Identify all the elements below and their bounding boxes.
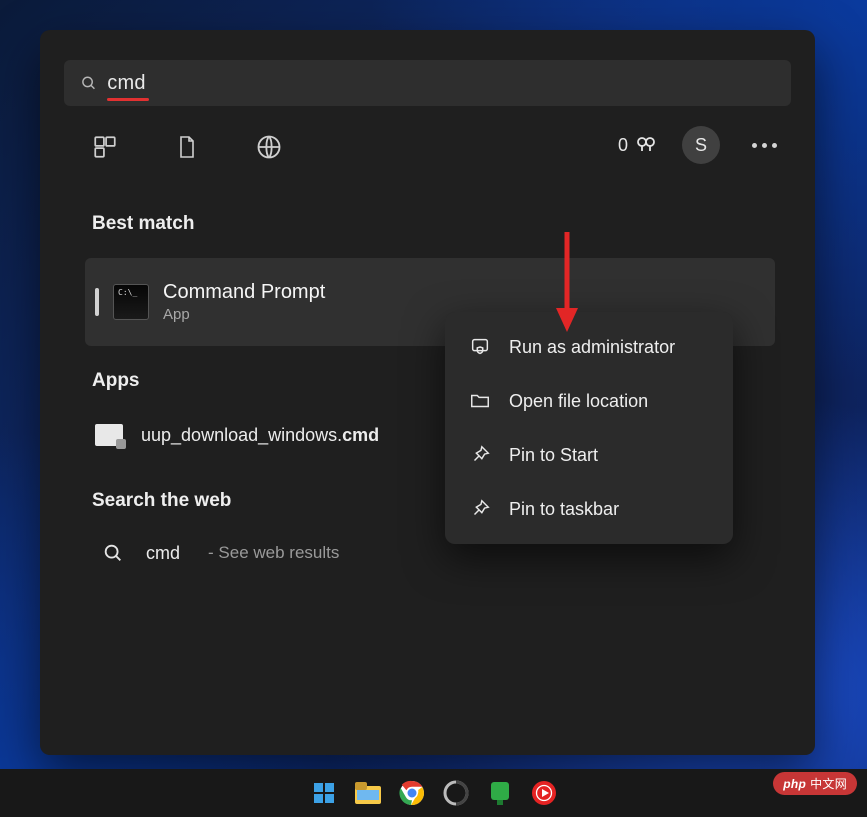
start-button[interactable] bbox=[309, 778, 339, 808]
admin-shield-icon bbox=[469, 336, 491, 358]
app-icon-green[interactable] bbox=[485, 778, 515, 808]
rewards-icon bbox=[634, 133, 658, 157]
search-icon bbox=[80, 74, 97, 92]
avatar-letter: S bbox=[695, 135, 707, 156]
apps-result-row[interactable]: uup_download_windows.cmd bbox=[95, 424, 379, 446]
app-icon-circle[interactable] bbox=[441, 778, 471, 808]
menu-item-label: Pin to Start bbox=[509, 445, 598, 466]
web-hint: - See web results bbox=[208, 543, 339, 563]
avatar[interactable]: S bbox=[682, 126, 720, 164]
menu-pin-to-taskbar[interactable]: Pin to taskbar bbox=[445, 482, 733, 536]
search-filter-row bbox=[84, 126, 290, 168]
menu-pin-to-start[interactable]: Pin to Start bbox=[445, 428, 733, 482]
pin-icon bbox=[469, 498, 491, 520]
selection-indicator bbox=[95, 288, 99, 316]
youtube-music-icon[interactable] bbox=[529, 778, 559, 808]
annotation-arrow bbox=[552, 230, 582, 334]
result-subtitle: App bbox=[163, 306, 325, 323]
section-apps-label: Apps bbox=[92, 370, 140, 392]
annotation-underline bbox=[107, 98, 149, 101]
rewards-points[interactable]: 0 bbox=[618, 133, 658, 157]
filter-documents-icon[interactable] bbox=[166, 126, 208, 168]
section-web-label: Search the web bbox=[92, 490, 231, 512]
search-input[interactable] bbox=[107, 72, 775, 95]
chrome-icon[interactable] bbox=[397, 778, 427, 808]
folder-icon bbox=[469, 390, 491, 412]
result-title: Command Prompt bbox=[163, 281, 325, 304]
section-best-match-label: Best match bbox=[92, 213, 194, 235]
rewards-count: 0 bbox=[618, 135, 628, 156]
more-options-button[interactable] bbox=[744, 135, 785, 156]
menu-item-label: Open file location bbox=[509, 391, 648, 412]
filter-apps-icon[interactable] bbox=[84, 126, 126, 168]
menu-open-file-location[interactable]: Open file location bbox=[445, 374, 733, 428]
apps-result-name: uup_download_windows.cmd bbox=[141, 425, 379, 446]
menu-item-label: Run as administrator bbox=[509, 337, 675, 358]
filter-web-icon[interactable] bbox=[248, 126, 290, 168]
watermark: php 中文网 bbox=[773, 772, 857, 795]
search-icon bbox=[102, 542, 124, 564]
start-search-panel: 0 S Best match Command Prompt App Apps u… bbox=[40, 30, 815, 755]
file-explorer-icon[interactable] bbox=[353, 778, 383, 808]
context-menu: Run as administrator Open file location … bbox=[445, 312, 733, 544]
command-prompt-icon bbox=[113, 284, 149, 320]
web-query: cmd bbox=[146, 543, 180, 564]
web-result-row[interactable]: cmd - See web results bbox=[102, 542, 339, 564]
taskbar bbox=[0, 769, 867, 817]
cmd-file-icon bbox=[95, 424, 123, 446]
menu-item-label: Pin to taskbar bbox=[509, 499, 619, 520]
header-right-cluster: 0 S bbox=[618, 126, 785, 164]
search-box[interactable] bbox=[64, 60, 791, 106]
menu-run-as-admin[interactable]: Run as administrator bbox=[445, 320, 733, 374]
pin-icon bbox=[469, 444, 491, 466]
